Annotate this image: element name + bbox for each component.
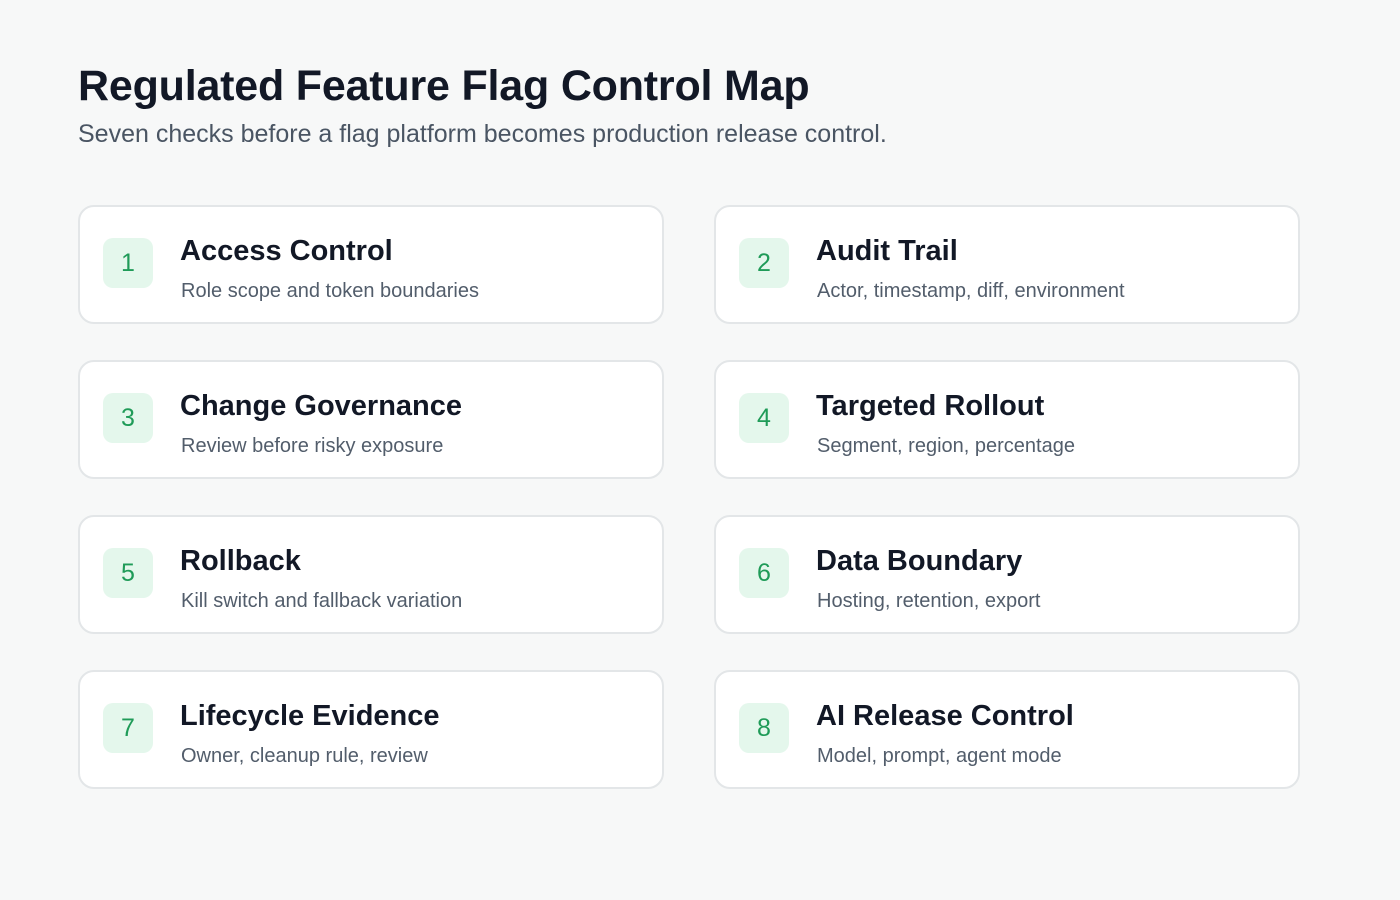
check-card-audit-trail: 2 Audit Trail Actor, timestamp, diff, en…	[714, 205, 1300, 324]
check-title: Audit Trail	[816, 235, 958, 267]
check-number-badge: 4	[739, 393, 789, 443]
check-description: Review before risky exposure	[181, 435, 444, 457]
check-card-ai-release-control: 8 AI Release Control Model, prompt, agen…	[714, 670, 1300, 789]
page-title: Regulated Feature Flag Control Map	[78, 62, 810, 110]
check-card-lifecycle-evidence: 7 Lifecycle Evidence Owner, cleanup rule…	[78, 670, 664, 789]
check-number-badge: 8	[739, 703, 789, 753]
check-description: Model, prompt, agent mode	[817, 745, 1062, 767]
check-description: Role scope and token boundaries	[181, 280, 479, 302]
check-title: Rollback	[180, 545, 301, 577]
check-title: Targeted Rollout	[816, 390, 1045, 422]
check-number-badge: 7	[103, 703, 153, 753]
check-number-badge: 5	[103, 548, 153, 598]
check-card-rollback: 5 Rollback Kill switch and fallback vari…	[78, 515, 664, 634]
check-description: Actor, timestamp, diff, environment	[817, 280, 1125, 302]
check-title: Access Control	[180, 235, 393, 267]
check-description: Kill switch and fallback variation	[181, 590, 463, 612]
page-subtitle: Seven checks before a flag platform beco…	[78, 120, 887, 148]
check-number-badge: 3	[103, 393, 153, 443]
check-title: Change Governance	[180, 390, 463, 422]
check-title: Data Boundary	[816, 545, 1023, 577]
check-description: Owner, cleanup rule, review	[181, 745, 428, 767]
check-number-badge: 1	[103, 238, 153, 288]
check-card-data-boundary: 6 Data Boundary Hosting, retention, expo…	[714, 515, 1300, 634]
check-description: Hosting, retention, export	[817, 590, 1041, 612]
check-number-badge: 2	[739, 238, 789, 288]
check-card-access-control: 1 Access Control Role scope and token bo…	[78, 205, 664, 324]
check-title: AI Release Control	[816, 700, 1074, 732]
check-title: Lifecycle Evidence	[180, 700, 440, 732]
check-card-targeted-rollout: 4 Targeted Rollout Segment, region, perc…	[714, 360, 1300, 479]
control-map-grid: 1 Access Control Role scope and token bo…	[78, 205, 1300, 789]
check-description: Segment, region, percentage	[817, 435, 1075, 457]
check-card-change-governance: 3 Change Governance Review before risky …	[78, 360, 664, 479]
check-number-badge: 6	[739, 548, 789, 598]
